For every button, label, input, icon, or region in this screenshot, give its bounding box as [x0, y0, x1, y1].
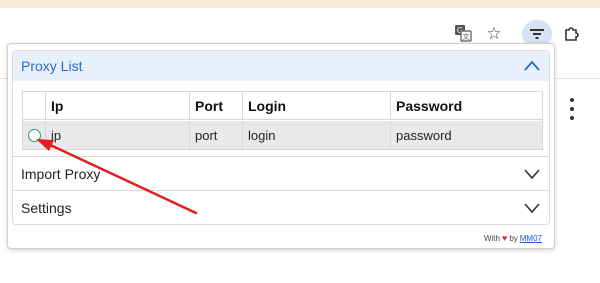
heart-icon: ♥ [501, 233, 508, 243]
cell-port: port [190, 121, 243, 149]
column-header-login: Login [243, 92, 391, 119]
import-proxy-title: Import Proxy [21, 165, 101, 182]
column-header-port: Port [190, 92, 243, 119]
author-link[interactable]: MM07 [520, 234, 542, 243]
footer-credit: With ♥ by MM07 [484, 233, 542, 243]
column-header-ip: Ip [46, 92, 190, 119]
cell-ip: ip [46, 121, 190, 149]
column-header-password: Password [396, 97, 463, 114]
proxy-extension-popup: Proxy List Ip Port Login Password ip por… [7, 43, 555, 249]
screen: G 文 ☆ Proxy List Ip Port Login Password … [0, 0, 600, 283]
cell-login: login [243, 121, 391, 149]
radio-icon[interactable] [27, 128, 41, 142]
filter-icon [530, 29, 544, 39]
select-column-header [23, 92, 46, 119]
svg-text:文: 文 [463, 32, 470, 41]
cell-password: password [396, 127, 452, 143]
chevron-up-icon[interactable] [524, 59, 540, 73]
chevron-down-icon[interactable] [524, 167, 540, 181]
select-cell[interactable] [23, 121, 46, 149]
translate-icon[interactable]: G 文 [451, 21, 475, 45]
proxy-table: Ip Port Login Password ip port login pas… [22, 91, 543, 150]
proxy-list-title: Proxy List [21, 58, 83, 74]
bookmark-star-icon[interactable]: ☆ [482, 21, 506, 45]
footer-prefix: With [483, 233, 500, 243]
table-header-row: Ip Port Login Password [23, 92, 542, 120]
chevron-down-icon[interactable] [524, 201, 540, 215]
settings-panel[interactable]: Settings [12, 191, 550, 225]
import-proxy-panel[interactable]: Import Proxy [12, 157, 550, 191]
table-row[interactable]: ip port login password [23, 121, 542, 149]
footer-by: by [509, 233, 518, 243]
puzzle-icon[interactable] [560, 21, 584, 45]
settings-title: Settings [21, 199, 72, 216]
proxy-list-header[interactable]: Proxy List [13, 51, 549, 81]
kebab-menu-icon[interactable] [568, 98, 576, 120]
browser-toolbar: G 文 ☆ [0, 8, 600, 48]
proxy-list-panel: Proxy List Ip Port Login Password ip por… [12, 50, 550, 157]
browser-tab-strip [0, 0, 600, 8]
